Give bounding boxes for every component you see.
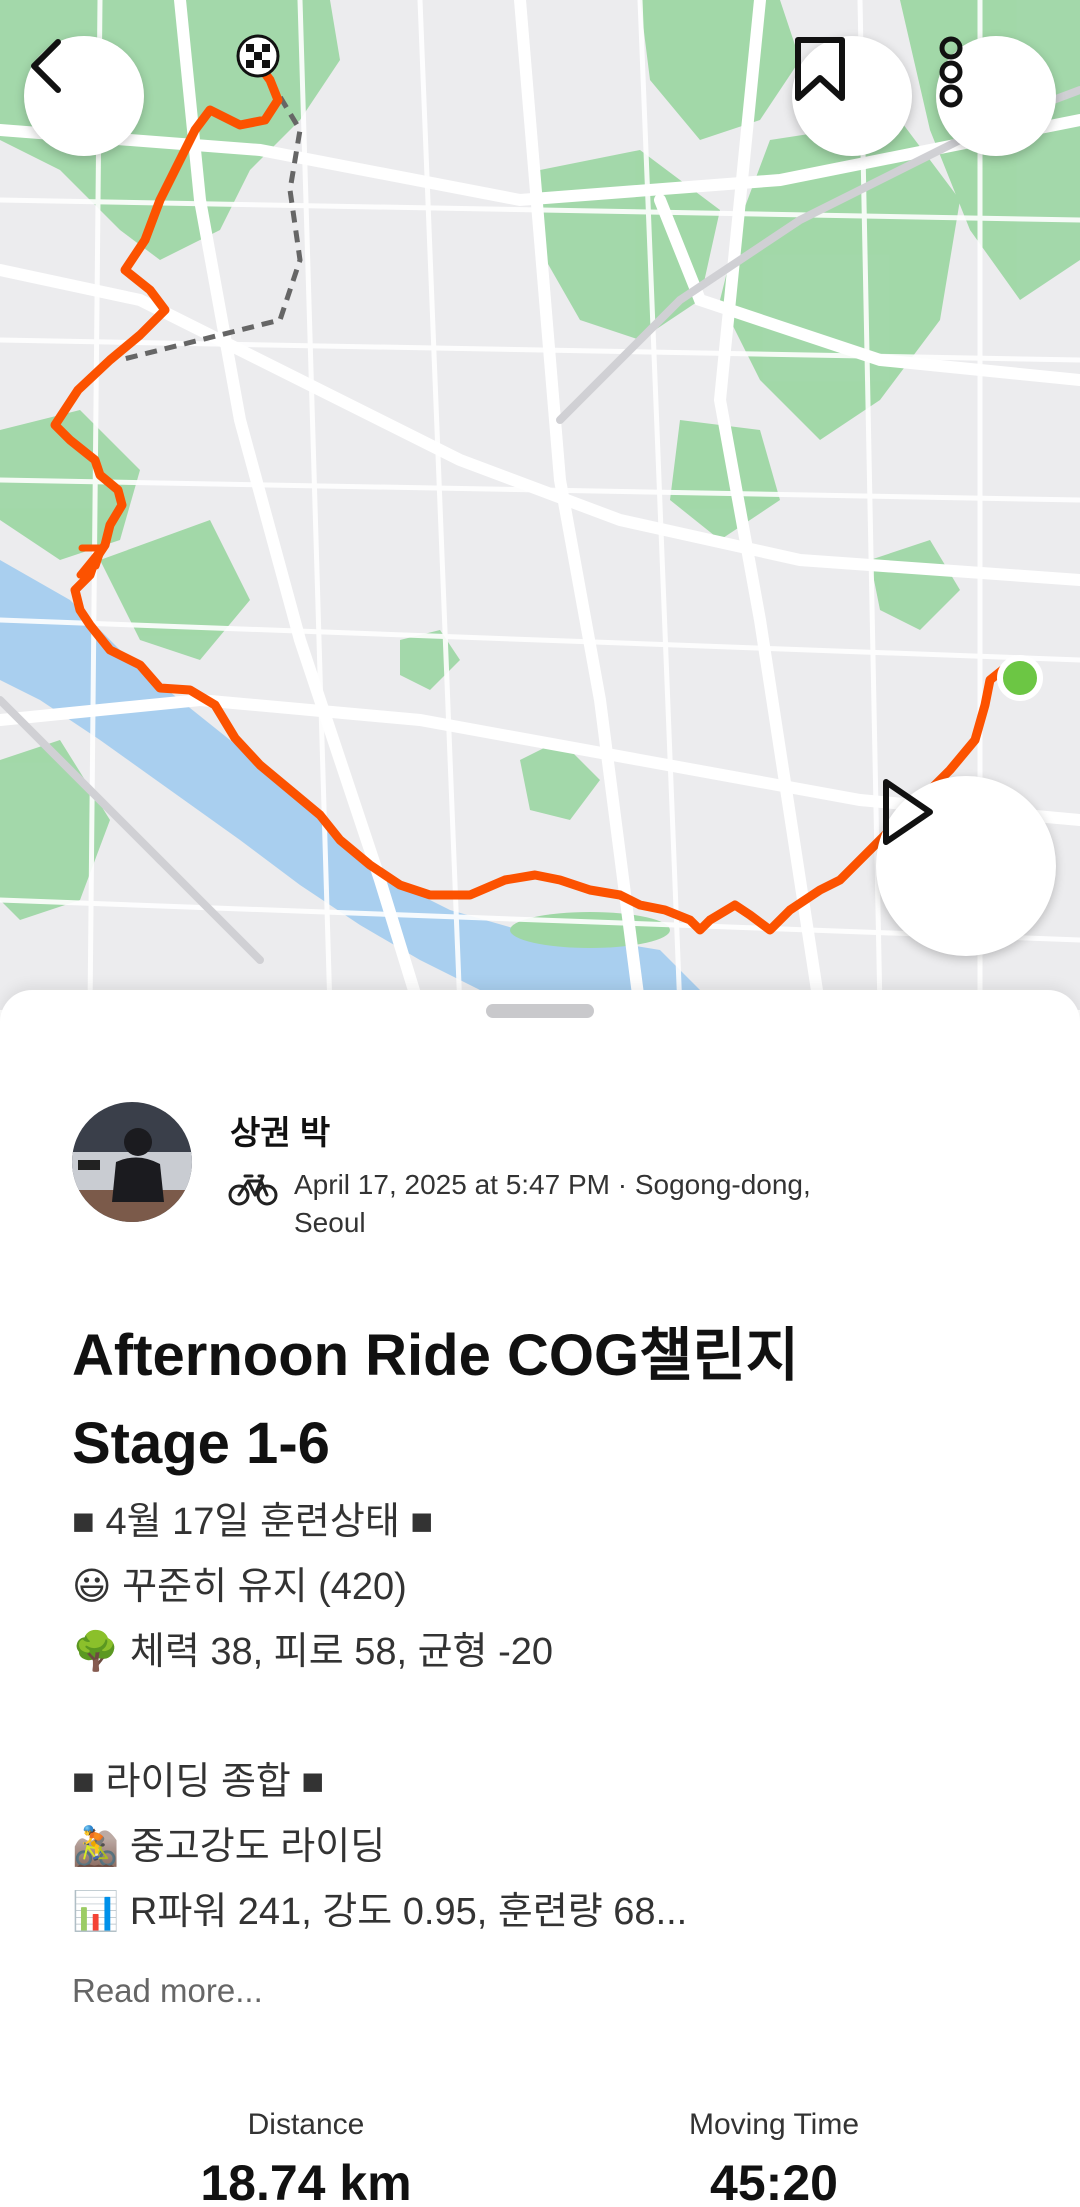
bookmark-icon xyxy=(795,37,845,101)
play-icon xyxy=(883,779,933,845)
stat-value: 18.74 km xyxy=(200,2155,412,2207)
bookmark-button[interactable] xyxy=(792,36,912,156)
description-line: 😃 꾸준히 유지 (420) xyxy=(72,1566,407,1608)
play-flyover-button[interactable] xyxy=(876,776,1056,956)
date-location-line-2: Seoul xyxy=(294,1207,366,1238)
activity-details-sheet: 상권 박 April 17, 2025 at 5:47 PM · Sogong-… xyxy=(0,990,1080,2207)
start-marker xyxy=(997,655,1043,701)
description-line: 🌳 체력 38, 피로 58, 균형 -20 xyxy=(72,1631,553,1673)
more-options-button[interactable] xyxy=(936,36,1056,156)
activity-meta: April 17, 2025 at 5:47 PM · Sogong-dong,… xyxy=(228,1166,928,1242)
date-location-line-1: April 17, 2025 at 5:47 PM · Sogong-dong, xyxy=(294,1169,811,1200)
activity-screen: 상권 박 April 17, 2025 at 5:47 PM · Sogong-… xyxy=(0,0,1080,2207)
description-line: ■ 라이딩 종합 ■ xyxy=(72,1761,325,1803)
stat-distance: Distance 18.74 km xyxy=(96,2108,516,2207)
activity-title: Afternoon Ride COG챌린지 Stage 1-6 xyxy=(72,1312,972,1488)
activity-description: ■ 4월 17일 훈련상태 ■ 😃 꾸준히 유지 (420) 🌳 체력 38, … xyxy=(72,1490,1032,1945)
avatar-photo xyxy=(72,1102,192,1222)
stat-label: Moving Time xyxy=(688,2108,860,2141)
bicycle-icon xyxy=(228,1174,278,1206)
description-line: 📊 R파워 241, 강도 0.95, 훈련량 68... xyxy=(72,1891,688,1933)
read-more-link[interactable]: Read more... xyxy=(72,1972,263,2010)
activity-title-line-1: Afternoon Ride COG챌린지 xyxy=(72,1323,800,1388)
route-map[interactable] xyxy=(0,0,1080,1010)
sheet-grabber[interactable] xyxy=(486,1004,594,1018)
finish-flag-icon xyxy=(236,34,280,78)
chevron-left-icon xyxy=(31,39,61,93)
athlete-name[interactable]: 상권 박 xyxy=(230,1106,330,1154)
date-location: April 17, 2025 at 5:47 PM · Sogong-dong,… xyxy=(294,1166,811,1242)
stat-moving-time: Moving Time 45:20 xyxy=(564,2108,984,2207)
description-line: ■ 4월 17일 훈련상태 ■ xyxy=(72,1501,434,1543)
back-button[interactable] xyxy=(24,36,144,156)
stat-label: Distance xyxy=(247,2108,365,2141)
description-line: 🚵 중고강도 라이딩 xyxy=(72,1826,386,1868)
more-vertical-icon xyxy=(939,36,963,108)
stat-value: 45:20 xyxy=(710,2155,838,2207)
description-line xyxy=(72,1685,1032,1750)
athlete-avatar[interactable] xyxy=(72,1102,192,1222)
activity-title-line-2: Stage 1-6 xyxy=(72,1411,330,1476)
